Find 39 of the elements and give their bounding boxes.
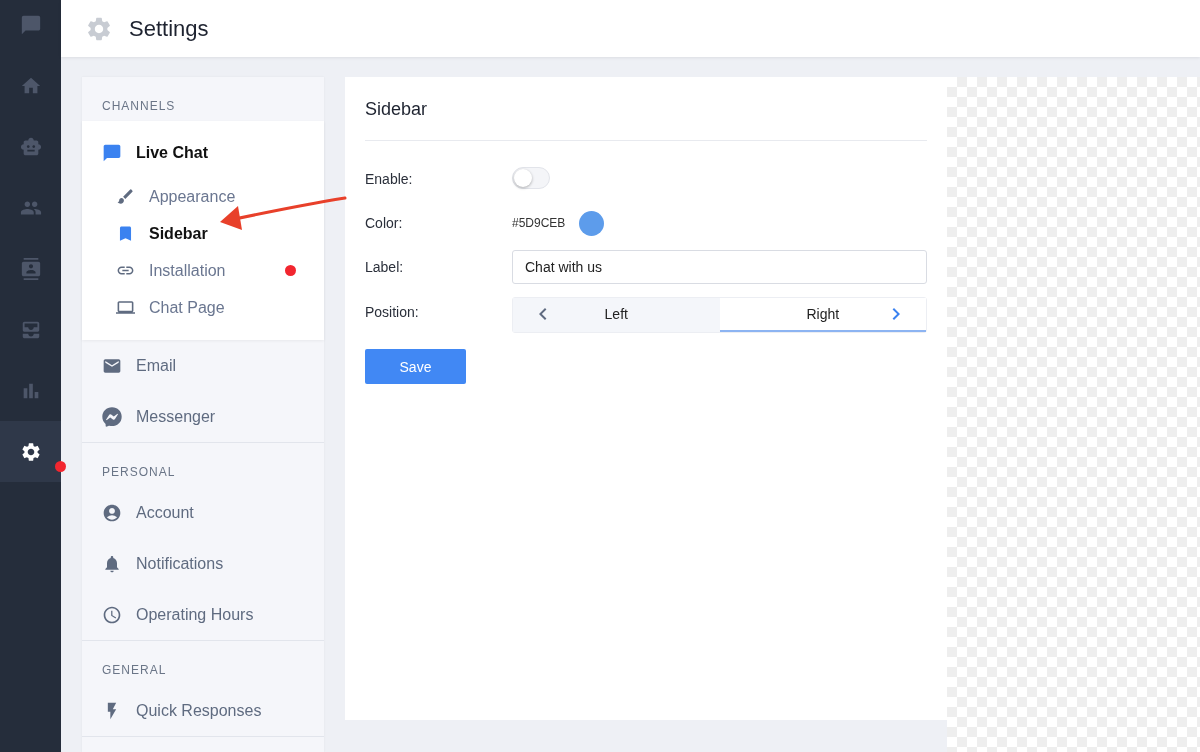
laptop-icon xyxy=(116,298,135,317)
contacts-icon xyxy=(19,257,42,280)
nav-item[interactable]: Messenger xyxy=(82,391,324,442)
nav-item[interactable]: Live Chat xyxy=(82,127,324,178)
section-heading: PERSONAL xyxy=(101,464,177,481)
section-heading: GENERAL xyxy=(101,662,168,679)
section-heading: CHANNELS xyxy=(101,98,177,115)
bell-icon xyxy=(102,553,122,574)
chat-bubble-icon xyxy=(19,13,42,36)
nav-item[interactable]: Notifications xyxy=(82,538,324,589)
nav-item[interactable]: Account xyxy=(82,487,324,538)
nav-subitem[interactable]: Appearance xyxy=(82,178,324,215)
nav-subitem[interactable]: Sidebar xyxy=(82,215,324,252)
clock-icon xyxy=(102,604,122,625)
nav-subitem[interactable]: Chat Page xyxy=(82,289,324,326)
panel-title: Sidebar xyxy=(365,77,927,141)
field-label: Label: xyxy=(365,259,405,275)
brush-icon xyxy=(116,187,135,206)
color-swatch[interactable] xyxy=(579,210,605,236)
nav-subitem[interactable]: Installation xyxy=(82,252,324,289)
nav-item[interactable]: Email xyxy=(82,340,324,391)
page-title: Settings xyxy=(129,15,209,42)
field-label: Color: xyxy=(365,215,404,231)
color-value: #5D9CEB xyxy=(512,216,566,230)
save-button[interactable]: Save xyxy=(365,349,466,384)
messenger-icon xyxy=(102,406,122,427)
robot-icon xyxy=(19,135,42,158)
account-icon xyxy=(102,502,122,523)
chat-bubble-icon xyxy=(102,142,122,163)
field-label: Position: xyxy=(365,304,420,320)
position-option[interactable]: Left xyxy=(513,298,720,332)
nav-item[interactable]: Quick Responses xyxy=(82,685,324,736)
nav-item[interactable]: Operating Hours xyxy=(82,589,324,640)
label-input[interactable]: Chat with us xyxy=(512,250,927,284)
rail-button[interactable] xyxy=(0,421,61,482)
toggle-switch[interactable] xyxy=(512,166,550,189)
settings-icon xyxy=(19,440,42,463)
position-option[interactable]: Right xyxy=(719,298,926,332)
field-label: Enable: xyxy=(365,171,414,187)
